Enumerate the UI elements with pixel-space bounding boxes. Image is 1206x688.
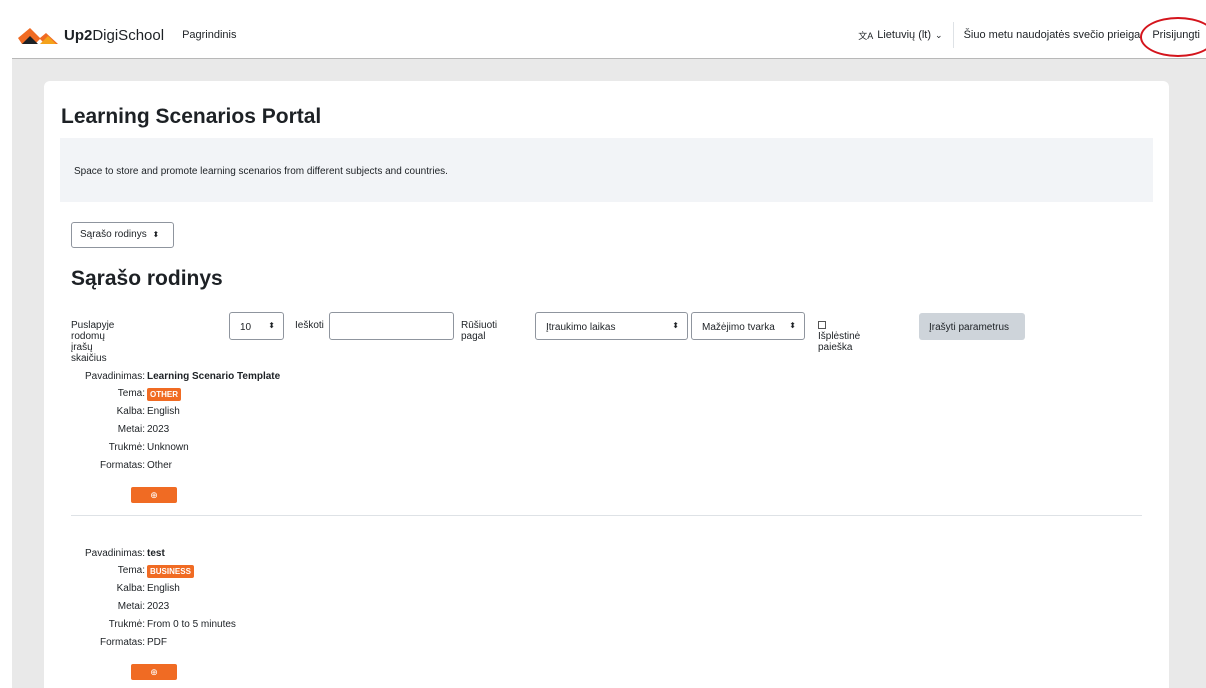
- entry-row: Formatas: PDF: [71, 637, 471, 653]
- field-label: Formatas:: [99, 637, 145, 648]
- entry-row: Pavadinimas: Learning Scenario Template: [71, 371, 471, 387]
- entry-year: 2023: [147, 424, 170, 435]
- entry-row: Kalba: English: [71, 406, 471, 422]
- view-details-button[interactable]: ⊕: [131, 487, 177, 503]
- per-page-select[interactable]: 10 ⬍: [229, 312, 284, 340]
- entry-row: Metai: 2023: [71, 424, 471, 440]
- search-label: Ieškoti: [295, 320, 324, 331]
- per-page-label: Puslapyje rodomų įrašų skaičius: [71, 320, 115, 364]
- field-label: Trukmė:: [108, 442, 145, 453]
- brand-name: Up2DigiSchool: [64, 27, 164, 44]
- brand-name-rest: DigiSchool: [92, 26, 165, 44]
- save-settings-button[interactable]: Įrašyti parametrus: [919, 313, 1025, 340]
- chevron-down-icon: ⌄: [935, 29, 943, 40]
- entry-row: Metai: 2023: [71, 601, 471, 617]
- entry-language: English: [147, 406, 180, 417]
- search-input[interactable]: [329, 312, 454, 340]
- entry-format: PDF: [147, 637, 167, 648]
- field-label: Pavadinimas:: [84, 548, 145, 559]
- left-edge: [0, 59, 12, 688]
- intro-box: Space to store and promote learning scen…: [60, 138, 1153, 202]
- field-label: Tema:: [117, 388, 145, 399]
- topic-badge: OTHER: [147, 388, 181, 401]
- entry-row: Trukmė: Unknown: [71, 442, 471, 458]
- login-link[interactable]: Prisijungti: [1140, 17, 1206, 57]
- entry-row: Pavadinimas: test: [71, 548, 471, 564]
- entry-duration: From 0 to 5 minutes: [147, 619, 236, 630]
- select-caret-icon: ⬍: [672, 321, 679, 330]
- sort-order-select[interactable]: Mažėjimo tvarka ⬍: [691, 312, 805, 340]
- entry-row: Trukmė: From 0 to 5 minutes: [71, 619, 471, 635]
- select-caret-icon: ⬍: [268, 321, 275, 330]
- brand-name-bold: Up2: [64, 26, 93, 44]
- advanced-search-checkbox[interactable]: [818, 321, 826, 329]
- sort-field-select[interactable]: Įtraukimo laikas ⬍: [535, 312, 688, 340]
- per-page-value: 10: [240, 322, 252, 333]
- guest-notice: Šiuo metu naudojatės svečio prieiga: [963, 29, 1141, 41]
- field-label: Kalba:: [116, 583, 145, 594]
- advanced-search-label: Išplėstinė paieška: [818, 331, 861, 353]
- navbar: Up2DigiSchool Pagrindinis 文A Lietuvių (l…: [12, 12, 1206, 59]
- field-label: Pavadinimas:: [84, 371, 145, 382]
- zoom-icon: ⊕: [150, 667, 158, 677]
- top-strip: [0, 0, 1206, 12]
- entry-row: Formatas: Other: [71, 460, 471, 476]
- language-menu[interactable]: 文A Lietuvių (lt) ⌄: [858, 22, 954, 48]
- language-label: Lietuvių (lt): [877, 29, 932, 41]
- entry-row: Tema: OTHER: [71, 388, 471, 404]
- page-title: Learning Scenarios Portal: [61, 105, 322, 128]
- intro-text: Space to store and promote learning scen…: [74, 166, 448, 177]
- nav-home-link[interactable]: Pagrindinis: [182, 29, 236, 41]
- brand-logo-icon: [18, 24, 58, 46]
- field-label: Formatas:: [99, 460, 145, 471]
- entry-row: Kalba: English: [71, 583, 471, 599]
- view-select-value: Sąrašo rodinys: [80, 229, 147, 240]
- entry-year: 2023: [147, 601, 170, 612]
- entry-duration: Unknown: [147, 442, 189, 453]
- select-caret-icon: ⬍: [152, 230, 160, 239]
- main-card: Learning Scenarios Portal Space to store…: [44, 81, 1169, 688]
- entry-name: test: [147, 548, 165, 559]
- navbar-right: 文A Lietuvių (lt) ⌄ Šiuo metu naudojatės …: [858, 12, 1206, 58]
- select-caret-icon: ⬍: [789, 321, 796, 330]
- view-select[interactable]: Sąrašo rodinys ⬍: [71, 222, 174, 248]
- field-label: Tema:: [117, 565, 145, 576]
- brand-link[interactable]: Up2DigiSchool: [18, 24, 164, 46]
- topic-badge: BUSINESS: [147, 565, 194, 578]
- entry-format: Other: [147, 460, 173, 471]
- field-label: Metai:: [117, 424, 145, 435]
- zoom-icon: ⊕: [150, 490, 158, 500]
- field-label: Metai:: [117, 601, 145, 612]
- highlight-ring: [1140, 17, 1206, 57]
- entry-name: Learning Scenario Template: [147, 371, 281, 382]
- view-details-button[interactable]: ⊕: [131, 664, 177, 680]
- entry-language: English: [147, 583, 180, 594]
- field-label: Kalba:: [116, 406, 145, 417]
- advanced-search-toggle[interactable]: Išplėstinė paieška: [818, 320, 860, 353]
- language-icon: 文A: [858, 30, 874, 41]
- sort-field-value: Įtraukimo laikas: [546, 322, 616, 333]
- sort-order-value: Mažėjimo tvarka: [702, 322, 775, 333]
- section-title: Sąrašo rodinys: [71, 267, 223, 290]
- field-label: Trukmė:: [108, 619, 145, 630]
- entry-row: Tema: BUSINESS: [71, 565, 471, 581]
- sort-label: Rūšiuoti pagal: [461, 320, 498, 342]
- entry-divider: [71, 515, 1142, 516]
